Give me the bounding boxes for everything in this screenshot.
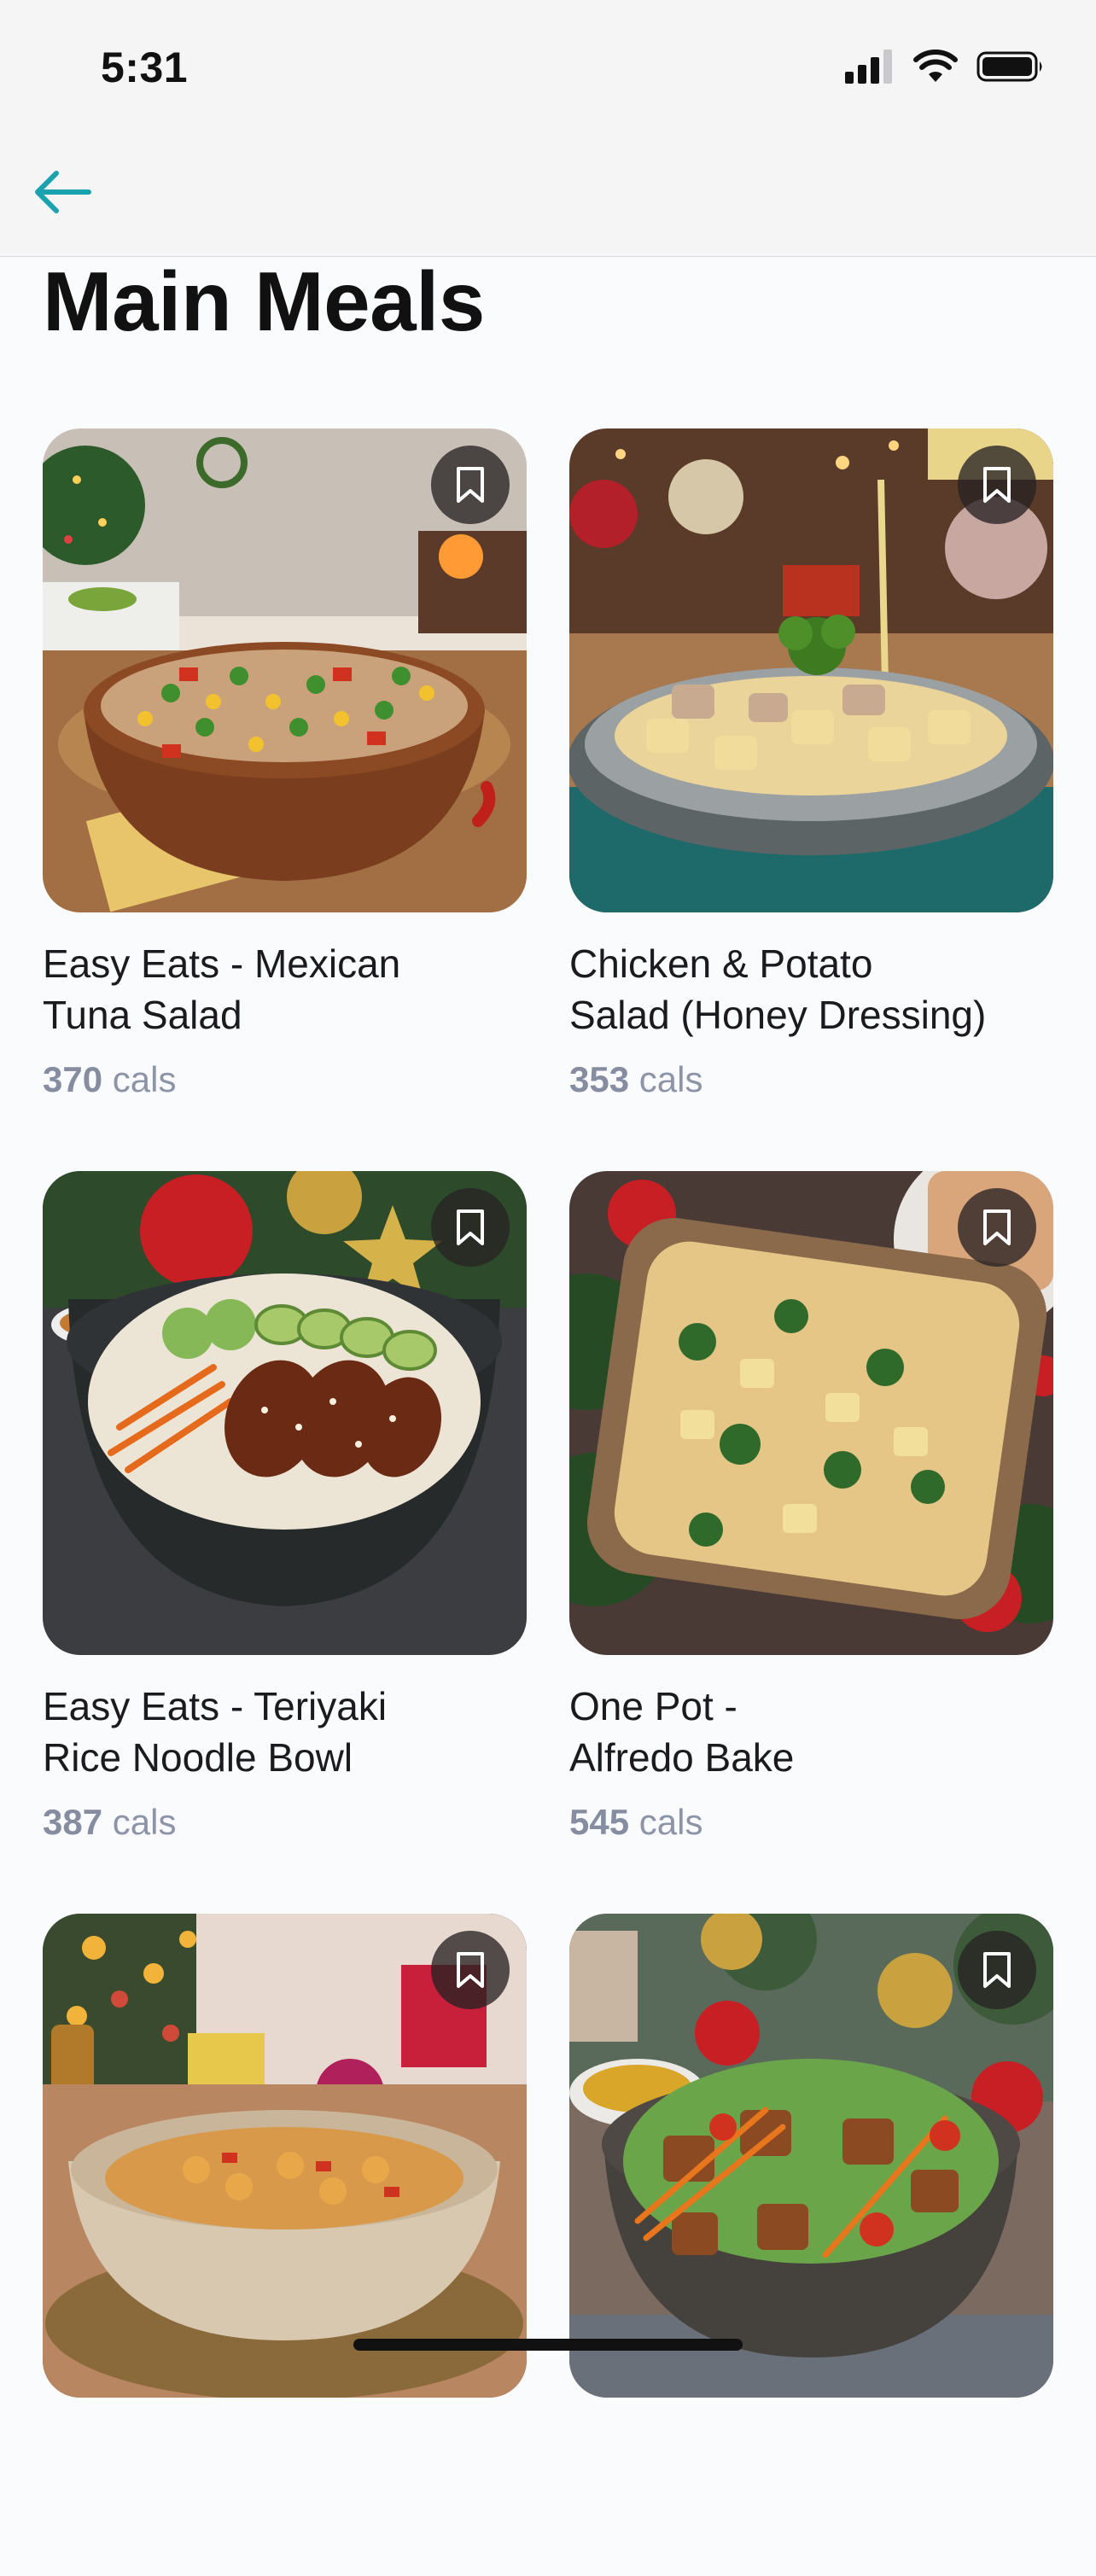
bookmark-icon	[983, 1952, 1011, 1988]
meal-image	[569, 1914, 1053, 2398]
meal-image	[569, 1171, 1053, 1655]
meal-card[interactable]: Easy Eats - Mexican Tuna Salad 370 cals	[43, 428, 527, 1099]
bookmark-icon	[983, 467, 1011, 503]
bookmark-button[interactable]	[958, 446, 1036, 524]
meal-calories: 370 cals	[43, 1059, 177, 1099]
cellular-signal-icon	[845, 50, 892, 84]
meal-image	[569, 428, 1053, 912]
wifi-icon	[913, 50, 958, 82]
meal-image	[43, 1171, 527, 1655]
meal-image	[43, 428, 527, 912]
arrow-left-icon	[35, 171, 91, 213]
meal-title	[43, 2423, 527, 2526]
status-icons	[845, 50, 1045, 84]
battery-icon	[976, 51, 1042, 82]
meal-card[interactable]: Chicken & Potato Salad (Honey Dressing) …	[569, 428, 1053, 1099]
meal-card[interactable]: Easy Eats - Teriyaki Rice Noodle Bowl 38…	[43, 1171, 527, 1842]
bookmark-button[interactable]	[958, 1188, 1036, 1267]
meal-card[interactable]	[43, 1914, 527, 2576]
bookmark-icon	[457, 467, 484, 503]
meal-calories: 545 cals	[569, 1802, 703, 1842]
bookmark-icon	[983, 1209, 1011, 1245]
bookmark-icon	[457, 1952, 484, 1988]
home-indicator[interactable]	[353, 2339, 743, 2351]
meal-title: One Pot - Alfredo Bake	[569, 1684, 795, 1780]
meal-title: Easy Eats - Mexican Tuna Salad	[43, 941, 401, 1037]
meal-calories: 387 cals	[43, 1802, 177, 1842]
bookmark-button[interactable]	[431, 446, 510, 524]
meal-title: Easy Eats - Teriyaki Rice Noodle Bowl	[43, 1684, 388, 1780]
meal-title: Chicken & Potato Salad (Honey Dressing)	[569, 941, 987, 1037]
page-title: Main Meals	[43, 254, 485, 348]
meal-calories: 353 cals	[569, 1059, 703, 1099]
bookmark-button[interactable]	[431, 1931, 510, 2009]
meal-card[interactable]	[569, 1914, 1053, 2576]
bookmark-icon	[457, 1209, 484, 1245]
status-time: 5:31	[101, 44, 189, 91]
meal-title	[569, 2423, 1053, 2526]
bookmark-button[interactable]	[958, 1931, 1036, 2009]
nav-bar	[0, 128, 1096, 257]
meal-grid: Easy Eats - Mexican Tuna Salad 370 cals	[43, 428, 1053, 2576]
bookmark-button[interactable]	[431, 1188, 510, 1267]
meal-card[interactable]: One Pot - Alfredo Bake 545 cals	[569, 1171, 1053, 1842]
meal-image	[43, 1914, 527, 2398]
back-button[interactable]	[20, 162, 102, 222]
status-bar: 5:31	[0, 0, 1096, 128]
